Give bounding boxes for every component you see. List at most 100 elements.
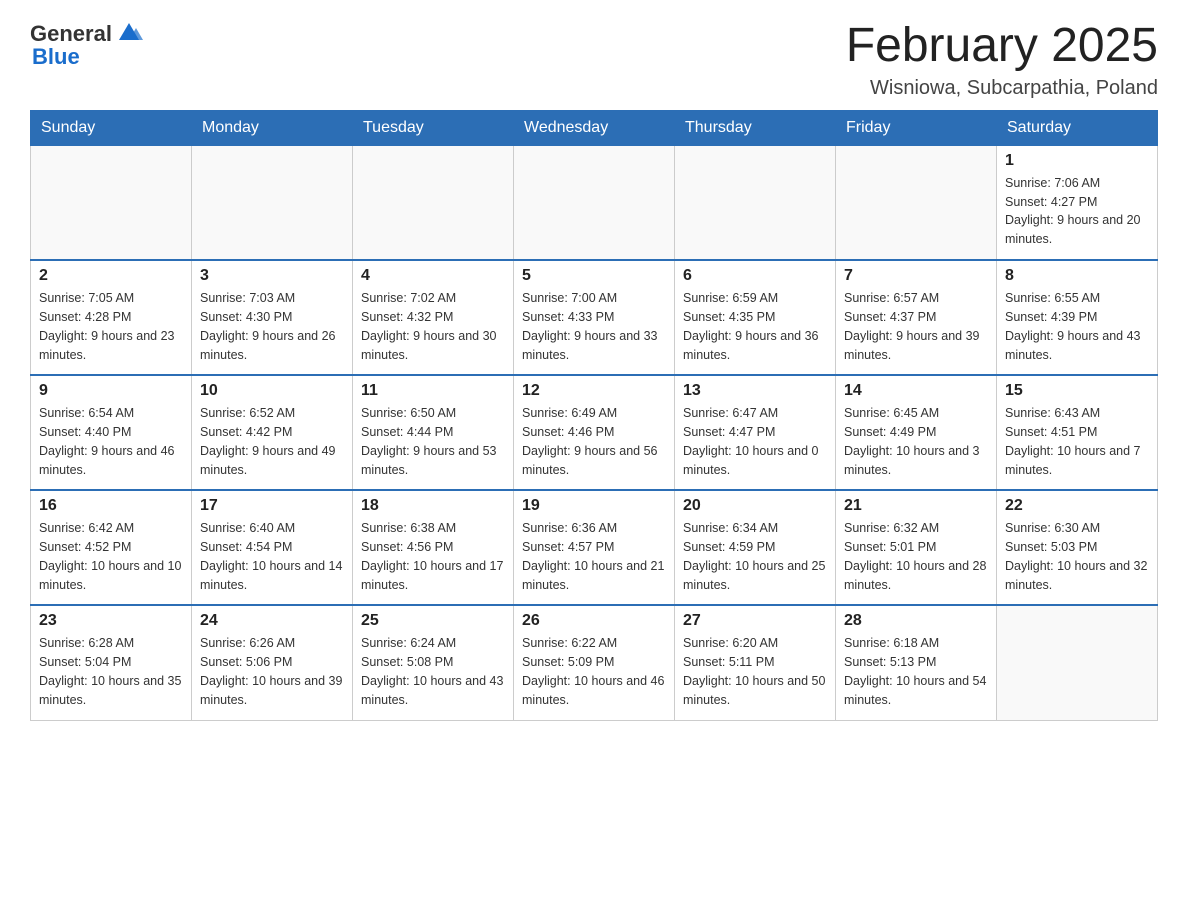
day-info: Sunrise: 6:40 AMSunset: 4:54 PMDaylight:… <box>200 519 344 594</box>
day-number: 12 <box>522 382 666 400</box>
table-row: 28Sunrise: 6:18 AMSunset: 5:13 PMDayligh… <box>836 605 997 720</box>
day-number: 16 <box>39 497 183 515</box>
table-row: 15Sunrise: 6:43 AMSunset: 4:51 PMDayligh… <box>997 375 1158 490</box>
table-row: 21 Sunrise: 6:32 AMSunset: 5:01 PMDayligh… <box>836 490 997 605</box>
header-saturday: Saturday <box>997 110 1158 145</box>
days-header-row: Sunday Monday Tuesday Wednesday Thursday… <box>31 110 1158 145</box>
calendar-week-row: 16 Sunrise: 6:42 AMSunset: 4:52 PMDayligh… <box>31 490 1158 605</box>
day-info: Sunrise: 6:57 AMSunset: 4:37 PMDaylight:… <box>844 289 988 364</box>
table-row: 10 Sunrise: 6:52 AMSunset: 4:42 PMDayligh… <box>192 375 353 490</box>
table-row: 6Sunrise: 6:59 AMSunset: 4:35 PMDaylight… <box>675 260 836 375</box>
calendar-week-row: 1 Sunrise: 7:06 AMSunset: 4:27 PMDaylight… <box>31 145 1158 260</box>
table-row: 23 Sunrise: 6:28 AMSunset: 5:04 PMDayligh… <box>31 605 192 720</box>
day-number: 4 <box>361 267 505 285</box>
logo-icon <box>114 18 144 48</box>
day-info: Sunrise: 6:30 AMSunset: 5:03 PMDaylight:… <box>1005 519 1149 594</box>
day-info: Sunrise: 6:43 AMSunset: 4:51 PMDaylight:… <box>1005 404 1149 479</box>
day-info: Sunrise: 6:47 AMSunset: 4:47 PMDaylight:… <box>683 404 827 479</box>
day-number: 20 <box>683 497 827 515</box>
header-sunday: Sunday <box>31 110 192 145</box>
day-info: Sunrise: 6:26 AMSunset: 5:06 PMDaylight:… <box>200 634 344 709</box>
day-number: 21 <box>844 497 988 515</box>
day-info: Sunrise: 6:59 AMSunset: 4:35 PMDaylight:… <box>683 289 827 364</box>
day-info: Sunrise: 6:55 AMSunset: 4:39 PMDaylight:… <box>1005 289 1149 364</box>
day-info: Sunrise: 6:32 AMSunset: 5:01 PMDaylight:… <box>844 519 988 594</box>
table-row: 1 Sunrise: 7:06 AMSunset: 4:27 PMDaylight… <box>997 145 1158 260</box>
table-row: 7 Sunrise: 6:57 AMSunset: 4:37 PMDaylight… <box>836 260 997 375</box>
table-row: 14Sunrise: 6:45 AMSunset: 4:49 PMDayligh… <box>836 375 997 490</box>
table-row: 13 Sunrise: 6:47 AMSunset: 4:47 PMDayligh… <box>675 375 836 490</box>
day-number: 5 <box>522 267 666 285</box>
day-info: Sunrise: 7:06 AMSunset: 4:27 PMDaylight:… <box>1005 174 1149 249</box>
table-row: 9 Sunrise: 6:54 AMSunset: 4:40 PMDaylight… <box>31 375 192 490</box>
header-friday: Friday <box>836 110 997 145</box>
day-info: Sunrise: 7:05 AMSunset: 4:28 PMDaylight:… <box>39 289 183 364</box>
table-row: 3 Sunrise: 7:03 AMSunset: 4:30 PMDaylight… <box>192 260 353 375</box>
table-row <box>192 145 353 260</box>
day-number: 11 <box>361 382 505 400</box>
day-number: 23 <box>39 612 183 630</box>
calendar-week-row: 23 Sunrise: 6:28 AMSunset: 5:04 PMDayligh… <box>31 605 1158 720</box>
table-row: 24 Sunrise: 6:26 AMSunset: 5:06 PMDayligh… <box>192 605 353 720</box>
logo-blue-text: Blue <box>32 44 80 70</box>
header-wednesday: Wednesday <box>514 110 675 145</box>
day-info: Sunrise: 6:45 AMSunset: 4:49 PMDaylight:… <box>844 404 988 479</box>
day-number: 13 <box>683 382 827 400</box>
day-number: 18 <box>361 497 505 515</box>
day-info: Sunrise: 6:52 AMSunset: 4:42 PMDaylight:… <box>200 404 344 479</box>
day-info: Sunrise: 6:22 AMSunset: 5:09 PMDaylight:… <box>522 634 666 709</box>
day-info: Sunrise: 6:28 AMSunset: 5:04 PMDaylight:… <box>39 634 183 709</box>
table-row: 11Sunrise: 6:50 AMSunset: 4:44 PMDayligh… <box>353 375 514 490</box>
day-number: 1 <box>1005 152 1149 170</box>
day-info: Sunrise: 6:38 AMSunset: 4:56 PMDaylight:… <box>361 519 505 594</box>
day-number: 9 <box>39 382 183 400</box>
header-tuesday: Tuesday <box>353 110 514 145</box>
location-title: Wisniowa, Subcarpathia, Poland <box>846 77 1158 100</box>
table-row: 17 Sunrise: 6:40 AMSunset: 4:54 PMDayligh… <box>192 490 353 605</box>
table-row: 16 Sunrise: 6:42 AMSunset: 4:52 PMDayligh… <box>31 490 192 605</box>
day-number: 27 <box>683 612 827 630</box>
day-info: Sunrise: 6:42 AMSunset: 4:52 PMDaylight:… <box>39 519 183 594</box>
day-number: 2 <box>39 267 183 285</box>
day-info: Sunrise: 6:34 AMSunset: 4:59 PMDaylight:… <box>683 519 827 594</box>
table-row <box>514 145 675 260</box>
table-row: 20 Sunrise: 6:34 AMSunset: 4:59 PMDayligh… <box>675 490 836 605</box>
day-info: Sunrise: 7:03 AMSunset: 4:30 PMDaylight:… <box>200 289 344 364</box>
day-info: Sunrise: 6:54 AMSunset: 4:40 PMDaylight:… <box>39 404 183 479</box>
table-row: 22 Sunrise: 6:30 AMSunset: 5:03 PMDayligh… <box>997 490 1158 605</box>
table-row: 26 Sunrise: 6:22 AMSunset: 5:09 PMDayligh… <box>514 605 675 720</box>
day-info: Sunrise: 6:24 AMSunset: 5:08 PMDaylight:… <box>361 634 505 709</box>
table-row: 2 Sunrise: 7:05 AMSunset: 4:28 PMDaylight… <box>31 260 192 375</box>
logo: General Blue <box>30 20 144 70</box>
day-info: Sunrise: 6:36 AMSunset: 4:57 PMDaylight:… <box>522 519 666 594</box>
day-number: 17 <box>200 497 344 515</box>
calendar-table: Sunday Monday Tuesday Wednesday Thursday… <box>30 110 1158 721</box>
table-row: 27Sunrise: 6:20 AMSunset: 5:11 PMDayligh… <box>675 605 836 720</box>
calendar-week-row: 9 Sunrise: 6:54 AMSunset: 4:40 PMDaylight… <box>31 375 1158 490</box>
day-number: 10 <box>200 382 344 400</box>
day-info: Sunrise: 7:00 AMSunset: 4:33 PMDaylight:… <box>522 289 666 364</box>
header-thursday: Thursday <box>675 110 836 145</box>
day-number: 24 <box>200 612 344 630</box>
day-number: 3 <box>200 267 344 285</box>
table-row: 4 Sunrise: 7:02 AMSunset: 4:32 PMDaylight… <box>353 260 514 375</box>
day-number: 26 <box>522 612 666 630</box>
day-number: 7 <box>844 267 988 285</box>
day-info: Sunrise: 6:49 AMSunset: 4:46 PMDaylight:… <box>522 404 666 479</box>
day-number: 25 <box>361 612 505 630</box>
table-row <box>997 605 1158 720</box>
day-number: 8 <box>1005 267 1149 285</box>
day-number: 28 <box>844 612 988 630</box>
day-number: 19 <box>522 497 666 515</box>
day-number: 22 <box>1005 497 1149 515</box>
table-row: 25 Sunrise: 6:24 AMSunset: 5:08 PMDayligh… <box>353 605 514 720</box>
title-block: February 2025 Wisniowa, Subcarpathia, Po… <box>846 20 1158 100</box>
table-row: 18 Sunrise: 6:38 AMSunset: 4:56 PMDayligh… <box>353 490 514 605</box>
table-row: 5 Sunrise: 7:00 AMSunset: 4:33 PMDaylight… <box>514 260 675 375</box>
table-row <box>31 145 192 260</box>
table-row <box>353 145 514 260</box>
table-row: 8 Sunrise: 6:55 AMSunset: 4:39 PMDaylight… <box>997 260 1158 375</box>
day-info: Sunrise: 7:02 AMSunset: 4:32 PMDaylight:… <box>361 289 505 364</box>
table-row: 19 Sunrise: 6:36 AMSunset: 4:57 PMDayligh… <box>514 490 675 605</box>
table-row <box>836 145 997 260</box>
